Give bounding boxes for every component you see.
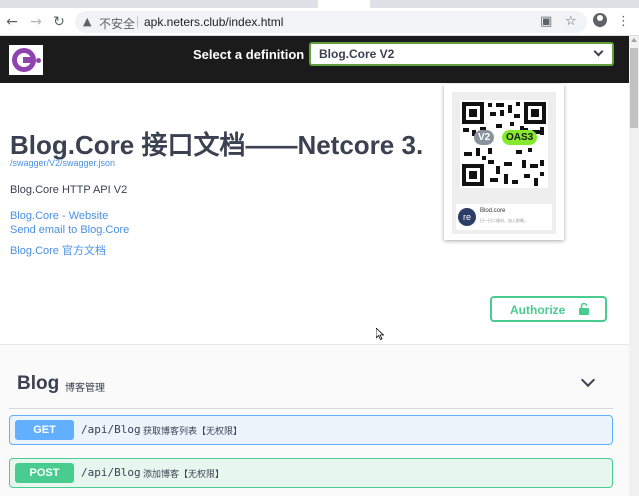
url-separator: | (136, 14, 140, 28)
method-badge-post: POST (15, 463, 74, 483)
qr-code-card: V2 OAS3 re Blod.core 扫一扫二维码，加入群聊。 (444, 84, 564, 240)
website-link[interactable]: Blog.Core - Website (10, 210, 108, 222)
swagger-topbar: Select a definition Blog.Core V2 (0, 36, 629, 83)
oas-badge: OAS3 (502, 130, 538, 145)
group-avatar: re (458, 208, 476, 226)
swagger-json-link[interactable]: /swagger/V2/swagger.json (10, 158, 115, 168)
omnibox[interactable]: ▲ 不安全 | apk.neters.club/index.html (75, 11, 587, 33)
forward-button[interactable]: → (27, 13, 45, 31)
operation-path: /api/Blog (81, 466, 141, 479)
tag-header-blog[interactable]: Blog 博客管理 (9, 364, 613, 409)
api-description: Blog.Core HTTP API V2 (10, 184, 128, 196)
scrollbar-thumb[interactable] (630, 48, 638, 128)
active-tab[interactable] (318, 0, 370, 8)
chevron-down-icon[interactable] (580, 372, 596, 388)
qr-footer: re Blod.core 扫一扫二维码，加入群聊。 (456, 204, 552, 230)
back-button[interactable]: ← (3, 13, 21, 31)
unlock-icon (579, 303, 589, 315)
star-icon[interactable]: ☆ (565, 13, 577, 31)
security-label: 不安全 (99, 17, 136, 31)
group-name: Blod.core (480, 208, 506, 214)
qr-hint: 扫一扫二维码，加入群聊。 (480, 218, 528, 223)
page-title: Blog.Core 接口文档——Netcore 3. (10, 130, 424, 160)
operation-path: /api/Blog (81, 423, 141, 436)
address-bar: ← → ↻ ▲ 不安全 | apk.neters.club/index.html… (0, 8, 639, 36)
operation-summary: 添加博客【无权限】 (143, 469, 225, 479)
method-badge-get: GET (15, 420, 74, 440)
profile-avatar-icon[interactable] (593, 13, 607, 27)
tag-name: Blog (17, 373, 60, 394)
tag-description: 博客管理 (65, 383, 105, 394)
qr-code-image (460, 100, 548, 188)
reload-button[interactable]: ↻ (50, 13, 68, 31)
operation-summary: 获取博客列表【无权限】 (143, 426, 243, 436)
operation-post-blog[interactable]: POST /api/Blog 添加博客【无权限】 (9, 458, 613, 488)
tab-strip (0, 0, 639, 8)
translate-icon[interactable]: ▣ (540, 13, 552, 31)
operations-section: Blog 博客管理 GET /api/Blog 获取博客列表【无权限】 POST… (0, 344, 629, 496)
warning-icon: ▲ (83, 15, 92, 28)
logo-ring-icon (12, 48, 36, 72)
mouse-cursor-icon (376, 328, 384, 340)
definition-select[interactable]: Blog.Core V2 (309, 42, 614, 66)
docs-link[interactable]: Blog.Core 官方文档 (10, 242, 106, 258)
logo[interactable] (9, 45, 43, 75)
authorize-label: Authorize (510, 303, 566, 317)
definition-label: Select a definition (193, 47, 305, 62)
email-link[interactable]: Send email to Blog.Core (10, 224, 129, 236)
chevron-down-icon (593, 46, 604, 57)
menu-icon[interactable]: ⋮ (617, 13, 630, 31)
url-text[interactable]: apk.neters.club/index.html (144, 15, 283, 29)
scroll-up-icon[interactable] (631, 38, 637, 42)
authorize-button[interactable]: Authorize (490, 296, 607, 322)
operation-get-blog[interactable]: GET /api/Blog 获取博客列表【无权限】 (9, 415, 613, 445)
vertical-scrollbar[interactable] (629, 36, 639, 496)
definition-select-value: Blog.Core V2 (319, 47, 395, 61)
version-badge: V2 (474, 130, 495, 145)
